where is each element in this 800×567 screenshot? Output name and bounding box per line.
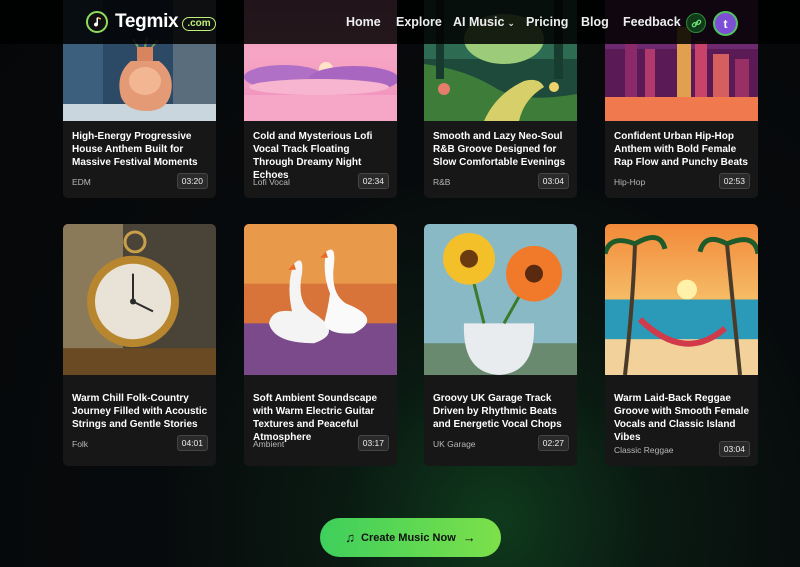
song-title: Confident Urban Hip-Hop Anthem with Bold… [614,131,748,168]
create-music-label: Create Music Now [361,531,456,544]
chevron-down-icon: ⌄ [507,18,515,28]
song-title: High-Energy Progressive House Anthem Bui… [72,131,198,168]
duration-badge: 03:04 [718,441,750,457]
duration-badge: 03:04 [537,173,569,189]
cover-image-flowers [424,224,577,375]
duration-badge: 02:53 [718,173,750,189]
genre-label: UK Garage [433,439,476,449]
song-card[interactable]: Warm Chill Folk-Country Journey Filled w… [63,224,216,466]
genre-label: Folk [72,439,89,449]
genre-label: Lofi Vocal [253,177,290,187]
duration-badge: 03:17 [357,435,389,451]
nav-ai-music[interactable]: AI Music ⌄ [453,15,515,29]
genre-label: Classic Reggae [614,445,674,455]
logo-text: Tegmix [115,11,179,32]
create-music-button[interactable]: ♫ Create Music Now → [320,518,501,557]
genre-label: EDM [72,177,91,187]
song-card[interactable]: Warm Laid-Back Reggae Groove with Smooth… [605,224,758,466]
music-note-icon: ♫ [345,530,355,545]
duration-badge: 02:34 [357,173,389,189]
cover-image-pocket-watch [63,224,216,375]
nav-feedback[interactable]: Feedback [623,15,681,29]
song-title: Groovy UK Garage Track Driven by Rhythmi… [433,393,562,430]
duration-badge: 03:20 [176,173,208,189]
genre-label: Ambient [253,439,285,449]
genre-label: R&B [433,177,451,187]
nav-explore[interactable]: Explore [396,15,442,29]
song-card[interactable]: Soft Ambient Soundscape with Warm Electr… [244,224,397,466]
top-nav-bar: Tegmix .com Home Explore AI Music ⌄ Prici… [0,0,800,44]
nav-ai-music-label: AI Music [453,15,505,29]
arrow-right-icon: → [462,530,476,545]
user-avatar[interactable]: t [713,11,738,36]
song-title: Smooth and Lazy Neo-Soul R&B Groove Desi… [433,131,566,168]
duration-badge: 02:27 [537,435,569,451]
cover-image-swans [244,224,397,375]
nav-blog[interactable]: Blog [581,15,609,29]
nav-pricing[interactable]: Pricing [526,15,568,29]
music-logo-icon [86,11,108,33]
nav-home[interactable]: Home [346,15,381,29]
logo-badge: .com [182,17,216,31]
genre-label: Hip-Hop [614,177,646,187]
duration-badge: 04:01 [176,435,208,451]
cover-image-beach-hammock [605,224,758,375]
link-icon [691,19,701,27]
song-title: Warm Laid-Back Reggae Groove with Smooth… [614,393,750,443]
link-button[interactable] [686,13,706,33]
song-title: Warm Chill Folk-Country Journey Filled w… [72,393,208,430]
site-logo[interactable]: Tegmix .com [86,11,216,33]
song-card[interactable]: Groovy UK Garage Track Driven by Rhythmi… [424,224,577,466]
